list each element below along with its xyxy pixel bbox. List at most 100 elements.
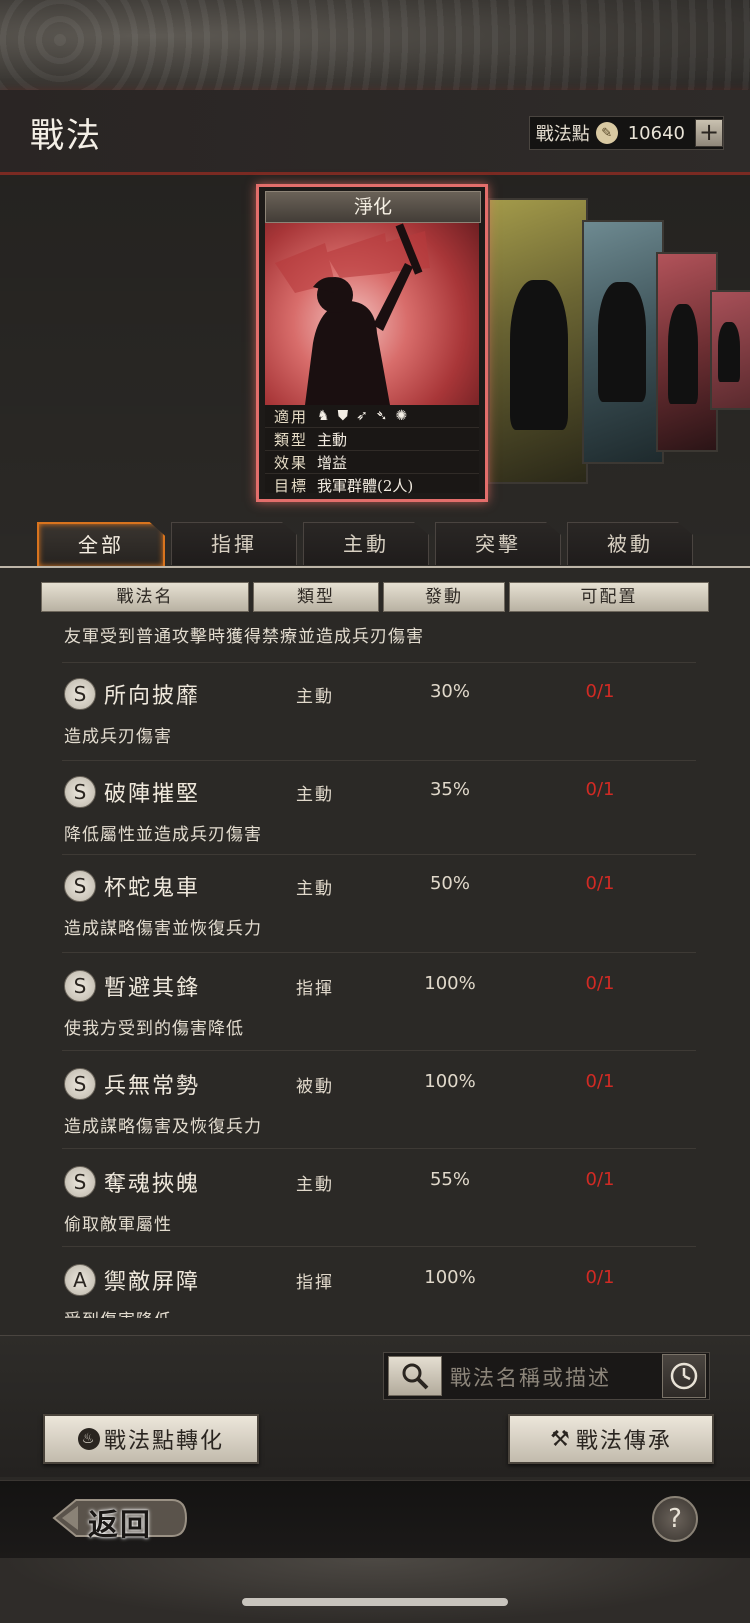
skill-config: 0/1 bbox=[585, 973, 615, 994]
list-item[interactable]: S 兵無常勢 被動 100% 0/1 造成謀略傷害及恢復兵力 bbox=[0, 1054, 750, 1153]
bow-icon: ➶ bbox=[356, 408, 368, 424]
tab-all[interactable]: 全部 bbox=[37, 522, 165, 568]
column-header-type[interactable]: 類型 bbox=[253, 582, 379, 612]
skill-config: 0/1 bbox=[585, 873, 615, 894]
tab-passive[interactable]: 被動 bbox=[567, 522, 693, 565]
add-points-button[interactable]: + bbox=[695, 119, 723, 147]
skill-name: 禦敵屏障 bbox=[104, 1270, 201, 1295]
back-label: 返回 bbox=[88, 1508, 152, 1543]
skill-type: 主動 bbox=[296, 1175, 334, 1195]
skill-name: 破陣摧堅 bbox=[104, 782, 201, 807]
column-header-config[interactable]: 可配置 bbox=[509, 582, 709, 612]
grade-badge: S bbox=[64, 870, 96, 902]
grade-badge: S bbox=[64, 678, 96, 710]
list-divider bbox=[62, 1050, 696, 1051]
card-info-panel: 適用 ♞ ⛊ ➶ ➴ ✺ 類型 主動 效果 增益 目標 我軍群體(2人) bbox=[265, 405, 479, 495]
list-item[interactable]: S 暫避其鋒 指揮 100% 0/1 使我方受到的傷害降低 bbox=[0, 956, 750, 1055]
convert-points-button[interactable]: ♨ 戰法點轉化 bbox=[43, 1414, 259, 1464]
skill-rate: 30% bbox=[429, 681, 470, 702]
card-info-row-effect: 效果 增益 bbox=[265, 451, 479, 474]
list-item[interactable]: S 所向披靡 主動 30% 0/1 造成兵刃傷害 bbox=[0, 664, 750, 763]
search-icon bbox=[402, 1363, 429, 1390]
skill-rate: 50% bbox=[429, 873, 470, 894]
column-header-name[interactable]: 戰法名 bbox=[41, 582, 249, 612]
history-button[interactable] bbox=[662, 1354, 706, 1398]
back-button[interactable]: 返回 bbox=[52, 1496, 188, 1543]
page-title: 戰法 bbox=[30, 116, 102, 156]
inherit-skill-button[interactable]: ⚒ 戰法傳承 bbox=[508, 1414, 714, 1464]
skill-type: 被動 bbox=[296, 1077, 334, 1097]
card-info-key: 類型 bbox=[273, 430, 308, 449]
troop-type-icons: ♞ ⛊ ➶ ➴ ✺ bbox=[317, 408, 407, 424]
skill-description: 使我方受到的傷害降低 bbox=[64, 1019, 244, 1039]
spear-icon: ➴ bbox=[375, 408, 388, 424]
skill-rate: 100% bbox=[424, 973, 476, 994]
skill-config: 0/1 bbox=[585, 779, 615, 800]
skill-name: 所向披靡 bbox=[104, 684, 201, 709]
list-divider bbox=[62, 1246, 696, 1247]
column-headers: 戰法名 類型 發動 可配置 bbox=[41, 582, 709, 612]
skill-card-carousel[interactable]: 淨化 適用 ♞ ⛊ ➶ ➴ ✺ 類型 主動 效果 增益 目標 我軍群體(2人) bbox=[256, 184, 750, 502]
card-info-key: 適用 bbox=[273, 407, 308, 426]
selected-skill-card[interactable]: 淨化 適用 ♞ ⛊ ➶ ➴ ✺ 類型 主動 效果 增益 目標 我軍群體(2人) bbox=[256, 184, 488, 502]
search-input[interactable]: 戰法名稱或描述 bbox=[450, 1362, 611, 1392]
header-bar: 戰法 戰法點 ✎ 10640 + bbox=[0, 90, 750, 175]
skill-card-back-2[interactable] bbox=[582, 220, 664, 464]
tab-divider bbox=[0, 566, 750, 568]
search-button[interactable] bbox=[388, 1356, 442, 1396]
tab-active[interactable]: 主動 bbox=[303, 522, 429, 565]
list-item[interactable]: S 奪魂挾魄 主動 55% 0/1 偷取敵軍屬性 bbox=[0, 1152, 750, 1251]
list-divider bbox=[62, 760, 696, 761]
list-item[interactable]: S 杯蛇鬼車 主動 50% 0/1 造成謀略傷害並恢復兵力 bbox=[0, 856, 750, 955]
filter-tabs: 全部 指揮 主動 突擊 被動 bbox=[37, 522, 737, 568]
home-indicator bbox=[242, 1598, 508, 1606]
skill-name: 奪魂挾魄 bbox=[104, 1172, 201, 1197]
skill-rate: 35% bbox=[429, 779, 470, 800]
skill-name: 暫避其鋒 bbox=[104, 976, 201, 1001]
skill-name: 杯蛇鬼車 bbox=[104, 876, 201, 901]
grade-badge: S bbox=[64, 1068, 96, 1100]
card-info-key: 目標 bbox=[273, 476, 308, 495]
flame-icon: ♨ bbox=[77, 1428, 100, 1450]
skill-points-value: 10640 bbox=[627, 122, 685, 144]
skill-type: 主動 bbox=[296, 879, 334, 899]
skill-description: 偷取敵軍屬性 bbox=[64, 1215, 172, 1235]
card-skill-name: 淨化 bbox=[265, 191, 481, 223]
skill-card-back-1[interactable] bbox=[488, 198, 588, 484]
list-item[interactable]: S 破陣摧堅 主動 35% 0/1 降低屬性並造成兵刃傷害 bbox=[0, 762, 750, 861]
hammer-icon: ⚒ bbox=[550, 1426, 572, 1452]
skill-rate: 100% bbox=[424, 1267, 476, 1288]
warrior-silhouette bbox=[275, 223, 430, 405]
list-divider bbox=[62, 662, 696, 663]
cavalry-icon: ♞ bbox=[317, 408, 330, 424]
column-header-rate[interactable]: 發動 bbox=[383, 582, 505, 612]
skill-card-back-4[interactable] bbox=[710, 290, 750, 410]
skill-description: 造成謀略傷害並恢復兵力 bbox=[64, 919, 262, 939]
clock-icon bbox=[670, 1362, 698, 1390]
card-info-row-type: 類型 主動 bbox=[265, 428, 479, 451]
skill-type: 主動 bbox=[296, 687, 334, 707]
list-divider bbox=[62, 952, 696, 953]
card-info-value: 我軍群體(2人) bbox=[317, 476, 414, 495]
tab-assault[interactable]: 突擊 bbox=[435, 522, 561, 565]
convert-points-label: 戰法點轉化 bbox=[103, 1429, 224, 1454]
card-info-value: 增益 bbox=[317, 453, 348, 472]
list-item[interactable]: A 禦敵屏障 指揮 100% 0/1 受到傷害降低 bbox=[0, 1250, 750, 1318]
tab-command[interactable]: 指揮 bbox=[171, 522, 297, 565]
grade-badge: S bbox=[64, 1166, 96, 1198]
card-info-key: 效果 bbox=[273, 453, 308, 472]
inherit-skill-label: 戰法傳承 bbox=[575, 1429, 672, 1454]
help-button[interactable]: ? bbox=[652, 1496, 698, 1542]
skill-config: 0/1 bbox=[585, 1071, 615, 1092]
skill-rate: 100% bbox=[424, 1071, 476, 1092]
skill-type: 主動 bbox=[296, 785, 334, 805]
skill-type: 指揮 bbox=[296, 979, 334, 999]
list-divider bbox=[62, 854, 696, 855]
skill-description: 降低屬性並造成兵刃傷害 bbox=[64, 825, 262, 845]
card-info-row-fit: 適用 ♞ ⛊ ➶ ➴ ✺ bbox=[265, 405, 479, 428]
skill-list[interactable]: 友軍受到普通攻擊時獲得禁療並造成兵刃傷害 S 所向披靡 主動 30% 0/1 造… bbox=[0, 618, 750, 1318]
grade-badge: S bbox=[64, 776, 96, 808]
skill-config: 0/1 bbox=[585, 1169, 615, 1190]
skill-card-back-3[interactable] bbox=[656, 252, 718, 452]
skill-rate: 55% bbox=[429, 1169, 470, 1190]
